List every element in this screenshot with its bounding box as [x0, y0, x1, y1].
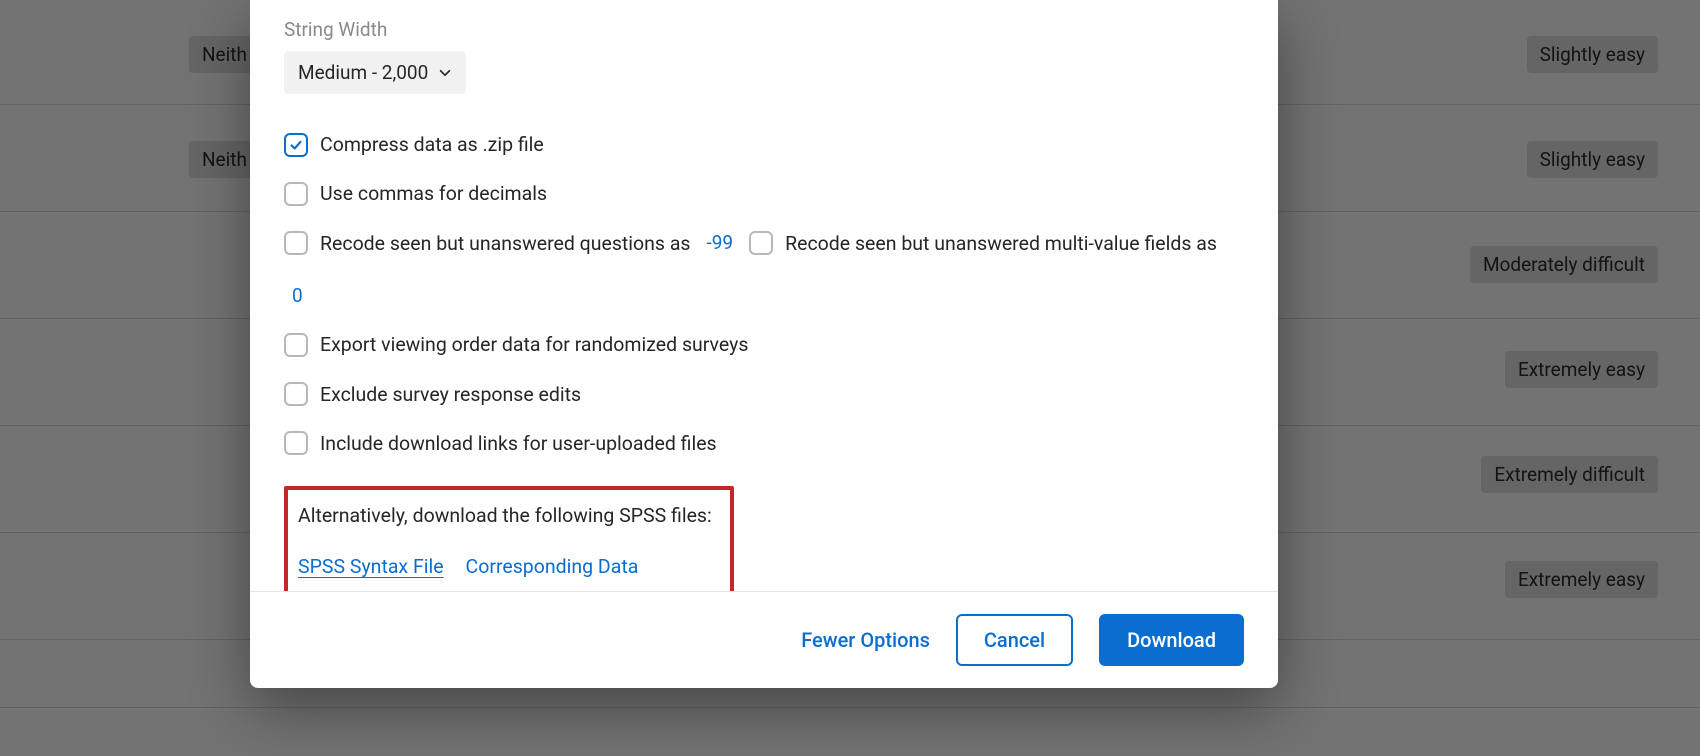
recode-multi-checkbox[interactable]	[749, 231, 773, 255]
spss-syntax-link[interactable]: SPSS Syntax File	[298, 555, 444, 578]
recode-unanswered-value[interactable]: -99	[703, 229, 738, 258]
string-width-value: Medium - 2,000	[298, 61, 428, 84]
commas-label: Use commas for decimals	[320, 179, 547, 208]
include-links-label: Include download links for user-uploaded…	[320, 429, 717, 458]
recode-multi-value[interactable]: 0	[288, 282, 307, 311]
download-modal: String Width Medium - 2,000 Compress dat…	[250, 0, 1278, 688]
corresponding-data-link[interactable]: Corresponding Data	[466, 555, 639, 578]
modal-body: String Width Medium - 2,000 Compress dat…	[250, 0, 1278, 591]
compress-label: Compress data as .zip file	[320, 130, 544, 159]
recode-unanswered-label: Recode seen but unanswered questions as	[320, 229, 691, 258]
exclude-edits-label: Exclude survey response edits	[320, 380, 581, 409]
commas-checkbox[interactable]	[284, 182, 308, 206]
string-width-label: String Width	[284, 18, 1244, 41]
export-order-checkbox[interactable]	[284, 333, 308, 357]
option-recode-row: Recode seen but unanswered questions as …	[284, 219, 1244, 321]
alt-links-row: SPSS Syntax File Corresponding Data	[298, 555, 720, 578]
download-button[interactable]: Download	[1099, 614, 1244, 666]
option-commas: Use commas for decimals	[284, 169, 1244, 218]
options-list: Compress data as .zip file Use commas fo…	[284, 120, 1244, 468]
exclude-edits-checkbox[interactable]	[284, 382, 308, 406]
option-compress: Compress data as .zip file	[284, 120, 1244, 169]
option-exclude-edits: Exclude survey response edits	[284, 370, 1244, 419]
option-include-links: Include download links for user-uploaded…	[284, 419, 1244, 468]
alt-intro-text: Alternatively, download the following SP…	[298, 504, 720, 527]
option-export-order: Export viewing order data for randomized…	[284, 320, 1244, 369]
compress-checkbox[interactable]	[284, 133, 308, 157]
cancel-button[interactable]: Cancel	[956, 614, 1073, 666]
string-width-select[interactable]: Medium - 2,000	[284, 51, 466, 94]
alt-download-block: Alternatively, download the following SP…	[284, 486, 734, 591]
fewer-options-button[interactable]: Fewer Options	[801, 628, 930, 652]
chevron-down-icon	[438, 66, 452, 80]
export-order-label: Export viewing order data for randomized…	[320, 330, 748, 359]
recode-multi-label: Recode seen but unanswered multi-value f…	[785, 229, 1217, 258]
recode-unanswered-checkbox[interactable]	[284, 231, 308, 255]
modal-footer: Fewer Options Cancel Download	[250, 591, 1278, 688]
include-links-checkbox[interactable]	[284, 431, 308, 455]
